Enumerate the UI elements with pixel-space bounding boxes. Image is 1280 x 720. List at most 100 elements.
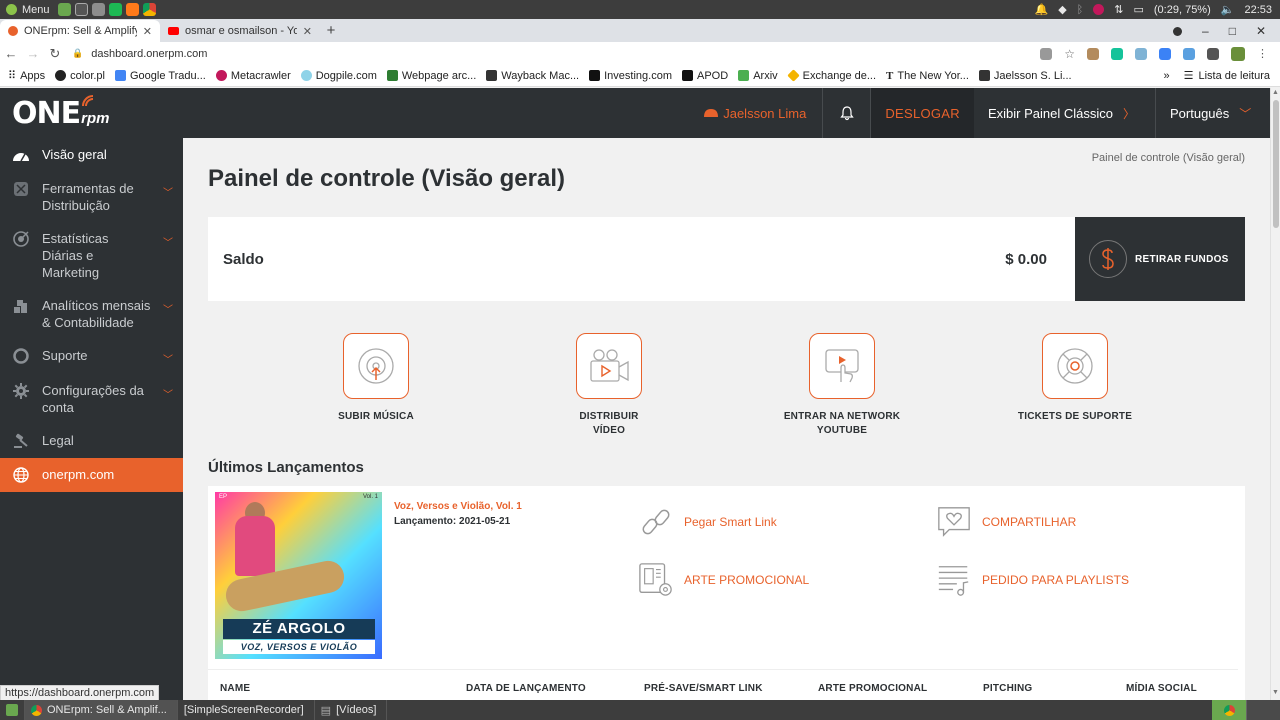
action-label: TICKETS DE SUPORTE xyxy=(1017,411,1133,422)
browser-tab-onerpm[interactable]: ONErpm: Sell & Amplify ✕ xyxy=(0,20,160,42)
taskbar-item-videos[interactable]: ▤ [Vídeos] xyxy=(315,700,388,720)
scroll-up-icon[interactable]: ▲ xyxy=(1272,89,1279,96)
bookmarks-overflow-button[interactable]: » xyxy=(1163,70,1169,82)
share-button[interactable]: COMPARTILHAR xyxy=(936,504,1076,540)
bookmark-item[interactable]: T The New Yor... xyxy=(886,70,979,82)
show-desktop-icon[interactable] xyxy=(58,3,71,16)
release-cover-image[interactable]: EP Vol. 1 ZÉ ARGOLO VOZ, VERSOS E VIOLÃO xyxy=(215,492,382,659)
bookmark-item[interactable]: color.pl xyxy=(55,70,115,82)
extension-4-icon[interactable] xyxy=(1183,47,1195,60)
tab-title: ONErpm: Sell & Amplify xyxy=(24,25,137,37)
browser-tab-youtube[interactable]: osmar e osmailson - You ✕ xyxy=(160,20,320,42)
promo-art-button[interactable]: ARTE PROMOCIONAL xyxy=(638,562,809,598)
url-field[interactable]: 🔒 dashboard.onerpm.com xyxy=(72,48,1040,60)
back-icon[interactable]: ← xyxy=(0,46,22,61)
bookmark-item[interactable]: Investing.com xyxy=(589,70,682,82)
files-icon[interactable] xyxy=(92,3,105,16)
gavel-icon xyxy=(12,432,30,450)
taskbar-item-chrome[interactable]: ONErpm: Sell & Amplif... xyxy=(25,700,178,720)
bookmark-star-icon[interactable]: ☆ xyxy=(1064,47,1075,61)
extension-3-icon[interactable] xyxy=(1159,47,1171,60)
chrome-icon[interactable] xyxy=(143,3,156,16)
youtube-network-action[interactable]: ENTRAR NA NETWORK YOUTUBE xyxy=(772,333,912,438)
network-icon[interactable]: ⇅ xyxy=(1114,3,1123,16)
smart-link-button[interactable]: Pegar Smart Link xyxy=(638,504,777,540)
taskbar-item-recorder[interactable]: [SimpleScreenRecorder] xyxy=(178,700,315,720)
show-desktop-button[interactable] xyxy=(0,700,25,720)
distribute-video-button[interactable] xyxy=(576,333,642,399)
youtube-network-button[interactable] xyxy=(809,333,875,399)
classic-panel-button[interactable]: Exibir Painel Clássico 〉 xyxy=(974,88,1156,138)
onerpm-logo[interactable]: ONE rpm xyxy=(0,95,183,131)
lock-icon[interactable]: 🔒 xyxy=(72,48,83,59)
bookmark-apps[interactable]: ⠿ Apps xyxy=(8,69,55,83)
user-menu[interactable]: Jaelsson Lima xyxy=(703,88,824,138)
close-tab-icon[interactable]: ✕ xyxy=(303,25,312,38)
close-window-icon[interactable]: ✕ xyxy=(1256,24,1266,38)
bookmark-item[interactable]: Exchange de... xyxy=(786,69,886,82)
sidebar-item-account-settings[interactable]: Configurações da conta ﹀ xyxy=(0,374,183,424)
os-menu-button[interactable]: Menu xyxy=(0,4,58,16)
scroll-down-icon[interactable]: ▼ xyxy=(1272,689,1279,696)
column-header-pitching: PITCHING xyxy=(983,683,1033,694)
notification-icon[interactable]: 🔔 xyxy=(1034,3,1048,16)
volume-icon[interactable]: 🔈 xyxy=(1221,3,1235,16)
page-scrollbar[interactable]: ▲ ▼ xyxy=(1270,88,1280,700)
distribute-video-action[interactable]: DISTRIBUIR VÍDEO xyxy=(539,333,679,438)
support-tickets-action[interactable]: TICKETS DE SUPORTE xyxy=(1005,333,1145,424)
sidebar-item-distribution-tools[interactable]: Ferramentas de Distribuição ﹀ xyxy=(0,172,183,222)
bookmark-item[interactable]: Wayback Mac... xyxy=(486,70,589,82)
sidebar-item-overview[interactable]: Visão geral xyxy=(0,138,183,172)
bookmark-item[interactable]: Jaelsson S. Li... xyxy=(978,70,1082,82)
bookmark-item[interactable]: Google Tradu... xyxy=(115,70,216,82)
profile-avatar[interactable] xyxy=(1231,46,1245,61)
release-title-link[interactable]: Voz, Versos e Violão, Vol. 1 xyxy=(394,501,522,512)
language-dropdown[interactable]: Português ﹀ xyxy=(1156,88,1270,138)
reading-list-button[interactable]: ☰ Lista de leitura xyxy=(1184,69,1270,83)
app-tray-icon[interactable] xyxy=(1093,4,1105,15)
firefox-icon[interactable] xyxy=(126,3,139,16)
sidebar-item-legal[interactable]: Legal xyxy=(0,424,183,458)
workspace-2[interactable] xyxy=(1246,700,1280,720)
support-tickets-button[interactable] xyxy=(1042,333,1108,399)
column-header-promo-art: ARTE PROMOCIONAL xyxy=(818,683,928,694)
spotify-icon[interactable] xyxy=(109,3,122,16)
os-clock[interactable]: 22:53 xyxy=(1244,4,1272,16)
terminal-icon[interactable] xyxy=(75,3,88,16)
upload-music-action[interactable]: SUBIR MÚSICA xyxy=(306,333,446,424)
breadcrumb[interactable]: Painel de controle (Visão geral) xyxy=(1092,152,1245,164)
extension-1-icon[interactable] xyxy=(1087,47,1099,60)
bookmark-item[interactable]: Webpage arc... xyxy=(386,70,486,82)
browser-menu-icon[interactable]: ⋮ xyxy=(1257,47,1268,60)
close-tab-icon[interactable]: ✕ xyxy=(143,25,152,38)
battery-icon[interactable]: ▭ xyxy=(1133,3,1143,16)
reload-icon[interactable]: ↻ xyxy=(44,46,66,62)
scrollbar-thumb[interactable] xyxy=(1273,100,1279,228)
forward-icon[interactable]: → xyxy=(22,46,44,61)
bookmark-item[interactable]: Dogpile.com xyxy=(300,70,387,82)
sidebar-item-daily-stats[interactable]: Estatísticas Diárias e Marketing ﹀ xyxy=(0,222,183,289)
sidebar-item-monthly-analytics[interactable]: Analíticos mensais & Contabilidade ﹀ xyxy=(0,289,183,339)
sidebar-item-support[interactable]: Suporte ﹀ xyxy=(0,339,183,374)
playlist-pitch-button[interactable]: PEDIDO PARA PLAYLISTS xyxy=(936,562,1129,598)
extensions-puzzle-icon[interactable] xyxy=(1207,47,1219,60)
cover-artist-name: ZÉ ARGOLO xyxy=(223,619,375,639)
grammarly-icon[interactable] xyxy=(1111,47,1123,60)
bookmark-item[interactable]: APOD xyxy=(682,70,738,82)
bluetooth-icon[interactable]: ᛒ xyxy=(1077,4,1084,16)
bookmark-item[interactable]: Metacrawler xyxy=(215,70,301,82)
maximize-icon[interactable]: □ xyxy=(1229,24,1236,38)
notifications-button[interactable] xyxy=(823,88,872,138)
withdraw-funds-button[interactable]: RETIRAR FUNDOS xyxy=(1075,217,1245,301)
sidebar-item-onerpm-com[interactable]: onerpm.com xyxy=(0,458,183,492)
dropbox-icon[interactable]: ◆ xyxy=(1058,3,1066,16)
minimize-icon[interactable]: – xyxy=(1202,24,1209,38)
extension-2-icon[interactable] xyxy=(1135,47,1147,60)
workspace-1[interactable] xyxy=(1212,700,1246,720)
upload-music-button[interactable] xyxy=(343,333,409,399)
logout-button[interactable]: DESLOGAR xyxy=(871,88,974,138)
bookmark-item[interactable]: Arxiv xyxy=(738,70,787,82)
translate-icon[interactable] xyxy=(1040,47,1053,60)
new-tab-button[interactable]: + xyxy=(320,20,342,42)
tab-search-icon[interactable] xyxy=(1173,26,1182,36)
